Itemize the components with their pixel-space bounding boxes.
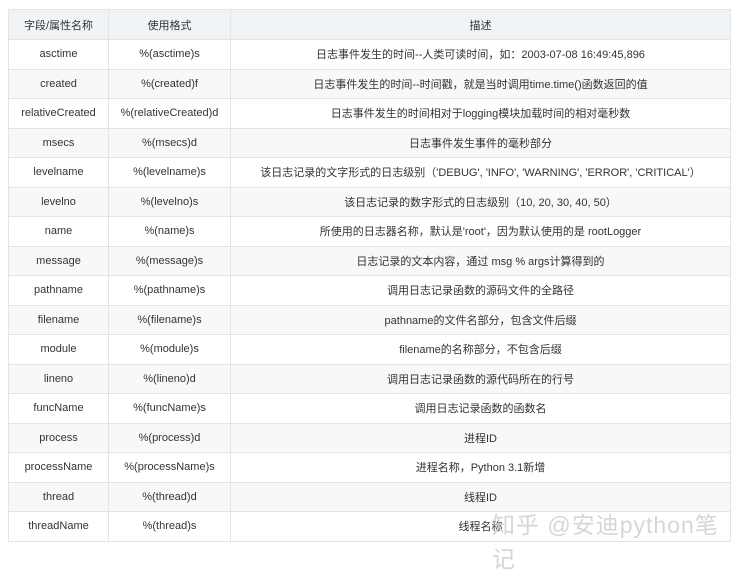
field-name-cell: asctime	[8, 39, 109, 70]
table-row: asctime %(asctime)s 日志事件发生的时间--人类可读时间，如：20…	[8, 39, 731, 70]
header-field-name: 字段/属性名称	[8, 9, 109, 40]
field-name-cell: lineno	[8, 363, 109, 394]
watermark: 知乎 @安迪python笔记	[492, 512, 719, 572]
table-row: module %(module)s filename的名称部分，不包含后缀	[8, 334, 731, 365]
description-cell: 日志事件发生的时间--时间戳，就是当时调用time.time()函数返回的值	[230, 68, 731, 99]
format-cell: %(created)f	[108, 68, 231, 99]
format-cell: %(filename)s	[108, 304, 231, 335]
format-cell: %(msecs)d	[108, 127, 231, 158]
format-cell: %(lineno)d	[108, 363, 231, 394]
table-row: lineno %(lineno)d 调用日志记录函数的源代码所在的行号	[8, 363, 731, 394]
description-cell: 日志记录的文本内容，通过 msg % args计算得到的	[230, 245, 731, 276]
field-name-cell: msecs	[8, 127, 109, 158]
format-cell: %(relativeCreated)d	[108, 98, 231, 129]
table-row: name %(name)s 所使用的日志器名称，默认是'root'，因为默认使用的是…	[8, 216, 731, 247]
field-name-cell: process	[8, 422, 109, 453]
field-name-cell: threadName	[8, 511, 109, 542]
description-cell: pathname的文件名部分，包含文件后缀	[230, 304, 731, 335]
table-row: created %(created)f 日志事件发生的时间--时间戳，就是当时调用t…	[8, 68, 731, 99]
description-cell: 进程名称，Python 3.1新增	[230, 452, 731, 483]
table-row: message %(message)s 日志记录的文本内容，通过 msg % arg…	[8, 245, 731, 276]
description-cell: 日志事件发生的时间--人类可读时间，如：2003-07-08 16:49:45,…	[230, 39, 731, 70]
table-row: process %(process)d 进程ID	[8, 422, 731, 453]
format-cell: %(asctime)s	[108, 39, 231, 70]
field-name-cell: thread	[8, 481, 109, 512]
field-name-cell: processName	[8, 452, 109, 483]
description-cell: 所使用的日志器名称，默认是'root'，因为默认使用的是 rootLogger	[230, 216, 731, 247]
description-cell: 调用日志记录函数的源代码所在的行号	[230, 363, 731, 394]
table-header-row: 字段/属性名称 使用格式 描述	[8, 9, 731, 40]
format-cell: %(thread)d	[108, 481, 231, 512]
field-name-cell: levelno	[8, 186, 109, 217]
description-cell: 日志事件发生事件的毫秒部分	[230, 127, 731, 158]
field-name-cell: name	[8, 216, 109, 247]
field-name-cell: message	[8, 245, 109, 276]
format-cell: %(levelname)s	[108, 157, 231, 188]
table-row: msecs %(msecs)d 日志事件发生事件的毫秒部分	[8, 127, 731, 158]
header-format: 使用格式	[108, 9, 231, 40]
format-cell: %(process)d	[108, 422, 231, 453]
table-row: processName %(processName)s 进程名称，Python 3.…	[8, 452, 731, 483]
format-cell: %(processName)s	[108, 452, 231, 483]
description-cell: 日志事件发生的时间相对于logging模块加载时间的相对毫秒数	[230, 98, 731, 129]
table-row: levelno %(levelno)s 该日志记录的数字形式的日志级别（10, 20…	[8, 186, 731, 217]
format-cell: %(name)s	[108, 216, 231, 247]
field-name-cell: pathname	[8, 275, 109, 306]
description-cell: 该日志记录的数字形式的日志级别（10, 20, 30, 40, 50）	[230, 186, 731, 217]
description-cell: filename的名称部分，不包含后缀	[230, 334, 731, 365]
table-row: levelname %(levelname)s 该日志记录的文字形式的日志级别（'D…	[8, 157, 731, 188]
field-name-cell: filename	[8, 304, 109, 335]
log-format-attributes-table: 字段/属性名称 使用格式 描述 asctime %(asctime)s 日志事件发生…	[8, 9, 731, 542]
table-row: relativeCreated %(relativeCreated)d 日志事件发生…	[8, 98, 731, 129]
format-cell: %(pathname)s	[108, 275, 231, 306]
field-name-cell: levelname	[8, 157, 109, 188]
format-cell: %(funcName)s	[108, 393, 231, 424]
field-name-cell: funcName	[8, 393, 109, 424]
description-cell: 该日志记录的文字形式的日志级别（'DEBUG', 'INFO', 'WARNIN…	[230, 157, 731, 188]
header-description: 描述	[230, 9, 731, 40]
format-cell: %(module)s	[108, 334, 231, 365]
field-name-cell: relativeCreated	[8, 98, 109, 129]
table-row: filename %(filename)s pathname的文件名部分，包含文件后…	[8, 304, 731, 335]
field-name-cell: module	[8, 334, 109, 365]
table-row: funcName %(funcName)s 调用日志记录函数的函数名	[8, 393, 731, 424]
format-cell: %(thread)s	[108, 511, 231, 542]
table-row: pathname %(pathname)s 调用日志记录函数的源码文件的全路径	[8, 275, 731, 306]
description-cell: 调用日志记录函数的函数名	[230, 393, 731, 424]
description-cell: 进程ID	[230, 422, 731, 453]
format-cell: %(levelno)s	[108, 186, 231, 217]
format-cell: %(message)s	[108, 245, 231, 276]
description-cell: 调用日志记录函数的源码文件的全路径	[230, 275, 731, 306]
field-name-cell: created	[8, 68, 109, 99]
